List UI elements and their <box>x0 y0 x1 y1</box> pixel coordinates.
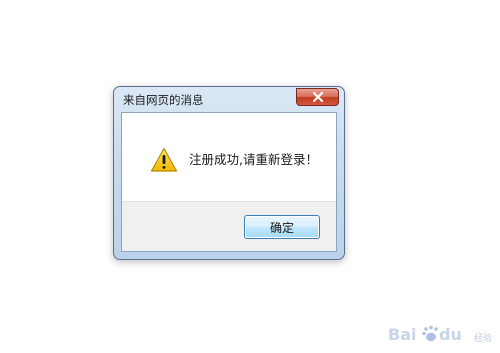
svg-text:Bai: Bai <box>388 325 416 344</box>
watermark-subtitle: 经验 <box>473 334 492 344</box>
warning-icon <box>150 147 178 173</box>
close-button[interactable] <box>296 88 339 106</box>
close-icon <box>297 89 338 105</box>
dialog-client-area: 注册成功,请重新登录！ 确定 <box>121 112 337 252</box>
ok-button[interactable]: 确定 <box>244 215 320 239</box>
dialog-titlebar[interactable]: 来自网页的消息 <box>114 87 344 111</box>
dialog-button-bar: 确定 <box>122 201 336 251</box>
message-dialog: 来自网页的消息 注册成功,请重新登录！ 确定 <box>113 86 345 260</box>
svg-text:du: du <box>439 325 462 344</box>
baidu-watermark: Bai du 经验 <box>388 323 492 345</box>
dialog-title: 来自网页的消息 <box>123 93 204 107</box>
dialog-message: 注册成功,请重新登录！ <box>189 152 318 167</box>
baidu-logo: Bai du <box>388 325 462 344</box>
message-area: 注册成功,请重新登录！ <box>122 113 336 201</box>
